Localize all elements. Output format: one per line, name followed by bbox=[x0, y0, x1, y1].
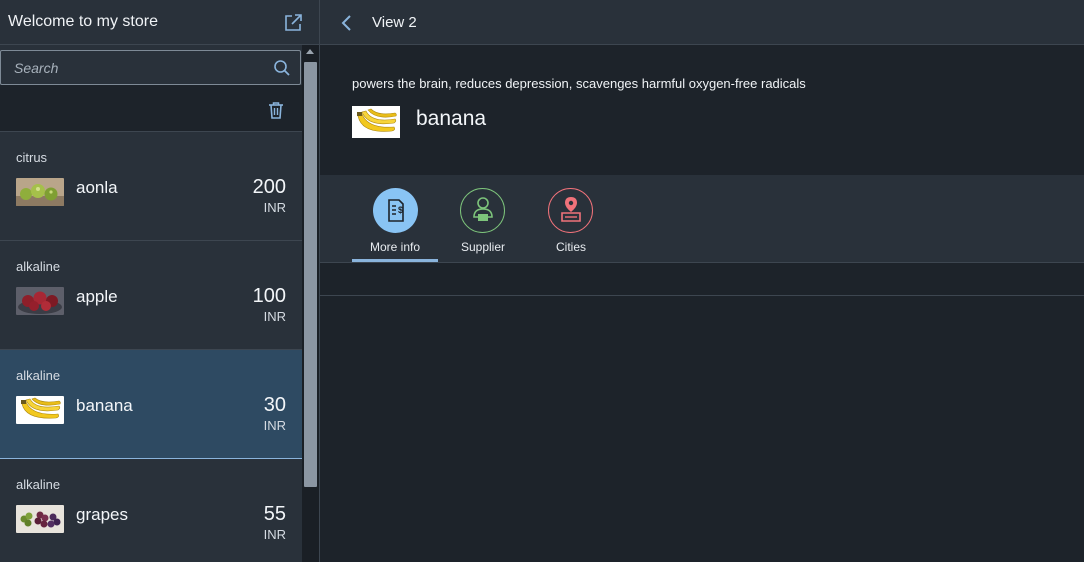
app-root: Welcome to my store Search citrus aonla … bbox=[0, 0, 1084, 562]
list-item[interactable]: alkaline grapes 55 INR bbox=[0, 459, 302, 562]
icon-tab-bar: $ More info Supplier Cities bbox=[320, 175, 1084, 263]
tab-label: Cities bbox=[555, 240, 586, 254]
list-toolbar bbox=[0, 85, 302, 132]
tab-content-header bbox=[320, 263, 1084, 296]
item-price: 55 bbox=[263, 503, 286, 525]
item-category: alkaline bbox=[16, 368, 61, 383]
item-price: 30 bbox=[263, 394, 286, 416]
item-currency: INR bbox=[263, 309, 286, 324]
detail-header: View 2 bbox=[320, 0, 1084, 45]
banana-image bbox=[16, 396, 64, 424]
item-category: alkaline bbox=[16, 259, 61, 274]
scroll-up-arrow-icon[interactable] bbox=[306, 49, 314, 54]
tab-selected-indicator bbox=[352, 259, 438, 262]
back-chevron-icon[interactable] bbox=[338, 12, 358, 34]
product-list: citrus aonla 200 INR alkaline apple 100 … bbox=[0, 132, 302, 562]
item-currency: INR bbox=[263, 200, 286, 215]
location-icon bbox=[548, 188, 593, 233]
banana-image bbox=[352, 106, 400, 138]
invoice-icon: $ bbox=[373, 188, 418, 233]
tab-content bbox=[320, 296, 1084, 562]
grapes-image bbox=[16, 505, 64, 533]
item-name: aonla bbox=[76, 178, 118, 197]
item-category: alkaline bbox=[16, 477, 61, 492]
svg-text:$: $ bbox=[398, 205, 403, 215]
item-name: apple bbox=[76, 287, 118, 306]
object-description: powers the brain, reduces depression, sc… bbox=[352, 76, 806, 91]
supplier-icon bbox=[460, 188, 505, 233]
share-icon[interactable] bbox=[283, 13, 303, 33]
item-name: grapes bbox=[76, 505, 128, 524]
object-header: powers the brain, reduces depression, sc… bbox=[320, 45, 1084, 175]
search-icon[interactable] bbox=[273, 59, 291, 77]
tab-label: Supplier bbox=[460, 240, 506, 254]
item-currency: INR bbox=[263, 418, 286, 433]
item-price: 100 bbox=[252, 285, 286, 307]
master-pane: Welcome to my store Search citrus aonla … bbox=[0, 0, 320, 562]
master-header: Welcome to my store bbox=[0, 0, 319, 45]
tab-cities[interactable]: Cities bbox=[534, 175, 608, 263]
item-name: banana bbox=[76, 396, 133, 415]
search-input[interactable] bbox=[1, 51, 271, 84]
tab-more-info[interactable]: $ More info bbox=[352, 175, 438, 263]
master-title: Welcome to my store bbox=[8, 13, 158, 30]
list-item[interactable]: alkaline banana 30 INR bbox=[0, 350, 302, 459]
list-item[interactable]: alkaline apple 100 INR bbox=[0, 241, 302, 350]
aonla-image bbox=[16, 178, 64, 206]
tab-supplier[interactable]: Supplier bbox=[446, 175, 520, 263]
scroll-thumb[interactable] bbox=[304, 62, 317, 487]
delete-icon[interactable] bbox=[266, 100, 286, 120]
search-field bbox=[0, 50, 301, 85]
list-item[interactable]: citrus aonla 200 INR bbox=[0, 132, 302, 241]
apple-image bbox=[16, 287, 64, 315]
item-category: citrus bbox=[16, 150, 48, 165]
detail-title: View 2 bbox=[372, 14, 417, 31]
object-title: banana bbox=[416, 107, 487, 130]
tab-label: More info bbox=[369, 240, 421, 254]
item-currency: INR bbox=[263, 527, 286, 542]
list-scrollbar[interactable] bbox=[302, 45, 319, 562]
detail-pane: View 2 powers the brain, reduces depress… bbox=[320, 0, 1084, 562]
item-price: 200 bbox=[252, 176, 286, 198]
